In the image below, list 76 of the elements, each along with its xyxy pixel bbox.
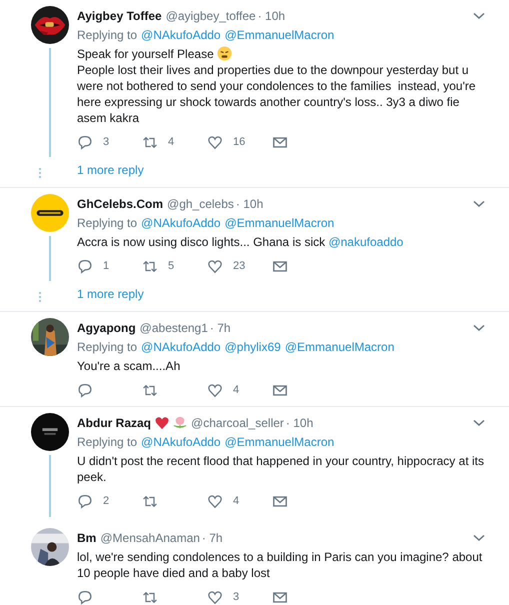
user-name[interactable]: Agyapong bbox=[77, 321, 136, 335]
timestamp[interactable]: · 10h bbox=[236, 197, 264, 211]
retweet-icon[interactable] bbox=[142, 258, 158, 274]
retweet-icon[interactable] bbox=[142, 590, 158, 604]
reply-count: 2 bbox=[103, 495, 110, 507]
emoji-icon bbox=[217, 46, 232, 61]
envelope-icon[interactable] bbox=[272, 494, 288, 508]
timestamp[interactable]: · 7h bbox=[202, 531, 223, 545]
thread-line bbox=[49, 236, 51, 281]
user-name[interactable]: Abdur Razaq bbox=[77, 416, 152, 430]
tweet-text: Accra is now using disco lights... Ghana is sick @nakufoaddo bbox=[77, 234, 404, 250]
chevron-down-icon[interactable] bbox=[473, 324, 485, 332]
like-count: 4 bbox=[233, 495, 240, 507]
more-replies-link[interactable]: 1 more reply bbox=[77, 162, 144, 178]
tweet-text: You're a scam....Ah bbox=[77, 358, 182, 374]
mention-link[interactable]: @NAkufoAddo bbox=[141, 340, 221, 354]
reply-icon[interactable] bbox=[77, 590, 93, 604]
user-handle[interactable]: @abesteng1 bbox=[140, 321, 208, 335]
mention-link[interactable]: @NAkufoAddo bbox=[141, 216, 221, 230]
like-count: 3 bbox=[233, 591, 240, 603]
heart-icon[interactable] bbox=[207, 258, 223, 274]
mention-link[interactable]: @nakufoaddo bbox=[328, 235, 404, 249]
timestamp[interactable]: · 7h bbox=[210, 321, 231, 335]
like-count: 23 bbox=[233, 260, 246, 272]
like-count: 16 bbox=[233, 136, 246, 148]
envelope-icon[interactable] bbox=[272, 258, 288, 274]
tweet-text: U didn't post the recent flood that happened in your country, hippocracy at its peek. bbox=[77, 453, 485, 485]
reply-icon[interactable] bbox=[77, 382, 93, 398]
heart-icon bbox=[155, 416, 170, 430]
envelope-icon[interactable] bbox=[272, 134, 288, 150]
chevron-down-icon[interactable] bbox=[473, 534, 485, 542]
mention-link[interactable]: @EmmanuelMacron bbox=[224, 216, 334, 230]
chevron-down-icon[interactable] bbox=[473, 419, 485, 427]
heart-icon[interactable] bbox=[207, 134, 223, 150]
mention-link[interactable]: @EmmanuelMacron bbox=[224, 28, 334, 42]
heart-icon[interactable] bbox=[207, 590, 223, 604]
replying-label: Replying to bbox=[77, 216, 138, 230]
user-handle[interactable]: @ayigbey_toffee bbox=[166, 9, 256, 23]
reply-count: 1 bbox=[103, 260, 110, 272]
replying-label: Replying to bbox=[77, 28, 138, 42]
user-handle[interactable]: @MensahAnaman bbox=[100, 531, 200, 545]
flower-icon bbox=[173, 416, 188, 430]
timestamp[interactable]: · 10h bbox=[286, 416, 314, 430]
chevron-down-icon[interactable] bbox=[473, 200, 485, 208]
user-name[interactable]: Ayigbey Toffee bbox=[77, 9, 162, 23]
retweet-icon[interactable] bbox=[142, 134, 158, 150]
reply-count: 3 bbox=[103, 136, 110, 148]
user-handle[interactable]: @charcoal_seller bbox=[191, 416, 284, 430]
tweet-text: lol, we're sending condolences to a building in Paris can you imagine? about 10 people have died and a baby lost bbox=[77, 549, 484, 581]
reply-icon[interactable] bbox=[77, 258, 93, 274]
heart-icon[interactable] bbox=[207, 382, 223, 398]
user-name[interactable]: Bm bbox=[77, 531, 96, 545]
like-count: 4 bbox=[233, 384, 240, 396]
retweet-icon[interactable] bbox=[142, 382, 158, 398]
mention-link[interactable]: @EmmanuelMacron bbox=[284, 340, 394, 354]
retweet-icon[interactable] bbox=[142, 494, 158, 508]
tweet-text: Speak for yourself Please People lost their lives and properties due to the downpour yesterday but u were not bothered to send your condolences to the families instead, you're here expressing ur shock towards another country's loss.. 3y3 a diwo fie asem kakra bbox=[77, 46, 477, 126]
user-handle[interactable]: @gh_celebs bbox=[167, 197, 234, 211]
envelope-icon[interactable] bbox=[272, 590, 288, 604]
chevron-down-icon[interactable] bbox=[473, 12, 485, 20]
user-name[interactable]: GhCelebs.Com bbox=[77, 197, 164, 211]
thread-line bbox=[49, 455, 51, 517]
mention-link[interactable]: @NAkufoAddo bbox=[141, 435, 221, 449]
mention-link[interactable]: @EmmanuelMacron bbox=[224, 435, 334, 449]
retweet-count: 4 bbox=[168, 136, 174, 148]
reply-icon[interactable] bbox=[77, 494, 93, 508]
replying-label: Replying to bbox=[77, 340, 138, 354]
replying-label: Replying to bbox=[77, 435, 138, 449]
retweet-count: 5 bbox=[168, 260, 174, 272]
timestamp[interactable]: · 10h bbox=[258, 9, 286, 23]
more-replies-link[interactable]: 1 more reply bbox=[77, 286, 144, 302]
reply-icon[interactable] bbox=[77, 134, 93, 150]
envelope-icon[interactable] bbox=[272, 382, 288, 398]
heart-icon[interactable] bbox=[207, 494, 223, 508]
mention-link[interactable]: @phylix69 bbox=[224, 340, 281, 354]
mention-link[interactable]: @NAkufoAddo bbox=[141, 28, 221, 42]
